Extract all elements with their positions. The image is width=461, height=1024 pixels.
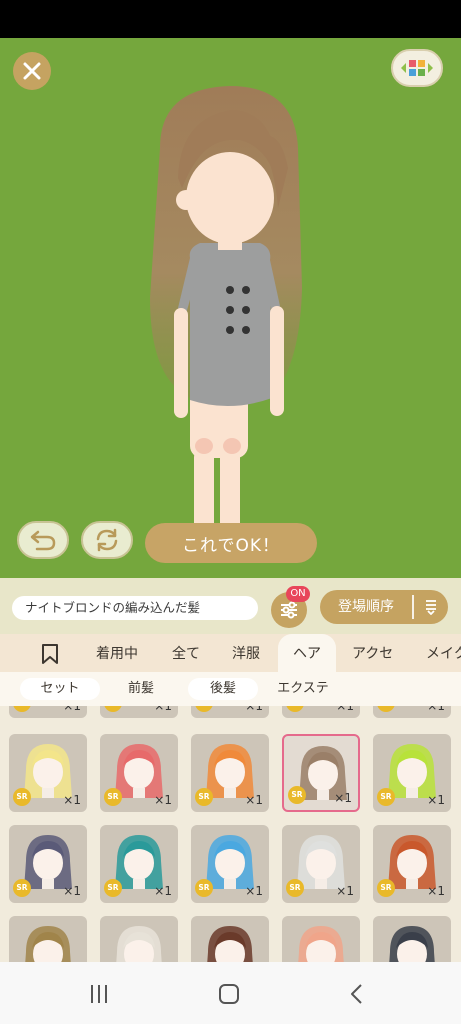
item-quantity: ×1 — [334, 791, 352, 805]
tab-wearing[interactable]: 着用中 — [96, 634, 138, 672]
item-quantity: ×1 — [245, 793, 263, 807]
confirm-ok-button[interactable]: これでOK！ — [145, 523, 317, 563]
sort-divider — [412, 595, 414, 619]
item-tile[interactable]: SR ×1 — [9, 706, 87, 718]
rarity-badge: SR — [195, 706, 213, 712]
item-tile[interactable]: SR ×1 — [373, 706, 451, 718]
item-quantity: ×1 — [427, 884, 445, 898]
hair-item-thumbnail — [116, 926, 162, 962]
bookmark-icon[interactable] — [40, 643, 60, 665]
hair-item-thumbnail — [389, 926, 435, 962]
rarity-badge: SR — [13, 879, 31, 897]
item-tile[interactable]: SR ×1 — [100, 706, 178, 718]
subtab-extensions[interactable]: エクステ — [270, 678, 336, 700]
tab-hair[interactable]: ヘア — [278, 634, 336, 672]
subtab-front-hair[interactable]: 前髪 — [108, 678, 174, 700]
item-quantity: ×1 — [154, 793, 172, 807]
hair-item-thumbnail — [298, 926, 344, 962]
item-tile[interactable]: SR ×1 — [191, 825, 269, 903]
tab-clothes[interactable]: 洋服 — [232, 634, 260, 672]
item-tile[interactable]: SR ×1 — [282, 706, 360, 718]
item-tile[interactable]: SR×1 — [373, 916, 451, 962]
item-filter-bar: ナイトブロンドの編み込んだ髪 ON 登場順序 — [0, 578, 461, 634]
tab-accessories[interactable]: アクセ — [352, 634, 393, 672]
refresh-icon — [96, 528, 118, 552]
item-tile[interactable]: SR×1 — [282, 916, 360, 962]
rarity-badge: SR — [104, 788, 122, 806]
rarity-badge: SR — [286, 706, 304, 712]
status-bar — [0, 0, 461, 38]
sort-order-button[interactable]: 登場順序 — [320, 590, 448, 624]
rarity-badge: SR — [377, 706, 395, 712]
category-tabs: 着用中 全て 洋服 ヘア アクセ メイク — [0, 634, 461, 672]
item-quantity: ×1 — [154, 706, 172, 713]
item-tile[interactable]: SR×1 — [9, 916, 87, 962]
recent-apps-icon[interactable] — [84, 980, 114, 1008]
rarity-badge: SR — [377, 879, 395, 897]
close-button[interactable] — [13, 52, 51, 90]
subcategory-tabs: セット 前髪 後髪 エクステ — [0, 672, 461, 706]
item-tile[interactable]: SR ×1 — [100, 825, 178, 903]
item-quantity: ×1 — [427, 793, 445, 807]
close-icon — [23, 62, 41, 80]
item-quantity: ×1 — [336, 706, 354, 713]
item-tile-selected[interactable]: SR ×1 — [282, 734, 360, 812]
rarity-badge: SR — [13, 706, 31, 712]
item-tile[interactable]: SR×1 — [100, 916, 178, 962]
hair-item-thumbnail — [25, 926, 71, 962]
item-quantity: ×1 — [154, 884, 172, 898]
item-quantity: ×1 — [63, 706, 81, 713]
refresh-button[interactable] — [81, 521, 133, 559]
subtab-back-hair[interactable]: 後髪 — [188, 678, 258, 700]
undo-icon — [30, 530, 56, 551]
rarity-badge: SR — [195, 788, 213, 806]
item-quantity: ×1 — [63, 793, 81, 807]
item-tile[interactable]: SR ×1 — [373, 825, 451, 903]
item-tile[interactable]: SR ×1 — [282, 825, 360, 903]
filter-on-badge: ON — [286, 586, 310, 602]
item-quantity: ×1 — [427, 706, 445, 713]
sliders-icon — [281, 601, 297, 619]
selected-item-name: ナイトブロンドの編み込んだ髪 — [12, 596, 258, 620]
tab-makeup[interactable]: メイク — [426, 634, 461, 672]
item-quantity: ×1 — [245, 884, 263, 898]
hair-item-thumbnail — [207, 926, 253, 962]
sort-order-icon — [426, 600, 436, 615]
subtab-set[interactable]: セット — [20, 678, 100, 700]
rarity-badge: SR — [286, 879, 304, 897]
item-tile[interactable]: SR ×1 — [100, 734, 178, 812]
home-icon[interactable] — [214, 980, 244, 1008]
rarity-badge: SR — [104, 879, 122, 897]
rarity-badge: SR — [377, 788, 395, 806]
rarity-badge: SR — [104, 706, 122, 712]
item-tile[interactable]: SR ×1 — [9, 825, 87, 903]
back-icon[interactable] — [342, 980, 372, 1008]
avatar-figure — [150, 86, 302, 547]
undo-button[interactable] — [17, 521, 69, 559]
item-tile[interactable]: SR×1 — [191, 916, 269, 962]
rarity-badge: SR — [13, 788, 31, 806]
layout-toggle-icon — [401, 60, 433, 76]
layout-toggle-button[interactable] — [391, 49, 443, 87]
item-grid: SR ×1 SR ×1 SR ×1 SR ×1 SR ×1 SR ×1 SR ×1 SR ×1 SR ×1 SR ×1… — [0, 706, 461, 962]
avatar-stage: これでOK！ — [0, 38, 461, 578]
item-quantity: ×1 — [245, 706, 263, 713]
rarity-badge: SR — [288, 786, 306, 804]
sort-order-label: 登場順序 — [338, 599, 394, 615]
item-tile[interactable]: SR ×1 — [191, 706, 269, 718]
item-quantity: ×1 — [63, 884, 81, 898]
rarity-badge: SR — [195, 879, 213, 897]
item-tile[interactable]: SR ×1 — [191, 734, 269, 812]
system-nav-bar — [0, 962, 461, 1024]
item-tile[interactable]: SR ×1 — [373, 734, 451, 812]
item-tile[interactable]: SR ×1 — [9, 734, 87, 812]
item-quantity: ×1 — [336, 884, 354, 898]
tab-all[interactable]: 全て — [172, 634, 200, 672]
